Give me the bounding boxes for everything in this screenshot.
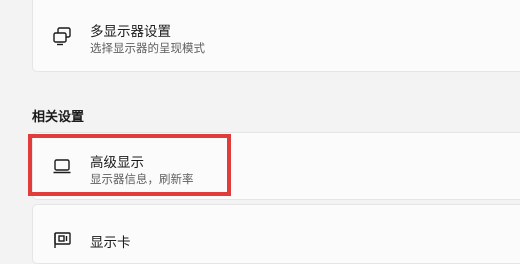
advanced-display-card[interactable]: 高级显示 显示器信息，刷新率 — [32, 132, 520, 200]
advanced-display-title: 高级显示 — [90, 155, 144, 171]
multi-monitor-icon — [51, 25, 73, 47]
graphics-card-title: 显示卡 — [90, 235, 131, 251]
graphics-card-card[interactable]: 显示卡 — [32, 204, 520, 264]
monitor-icon — [51, 155, 73, 177]
multi-display-title: 多显示器设置 — [90, 24, 171, 40]
related-settings-heading: 相关设置 — [32, 110, 85, 125]
multi-display-settings-card[interactable]: 多显示器设置 选择显示器的呈现模式 — [32, 0, 520, 72]
graphics-card-icon — [51, 229, 73, 251]
advanced-display-subtitle: 显示器信息，刷新率 — [90, 172, 194, 186]
multi-display-subtitle: 选择显示器的呈现模式 — [90, 41, 205, 55]
